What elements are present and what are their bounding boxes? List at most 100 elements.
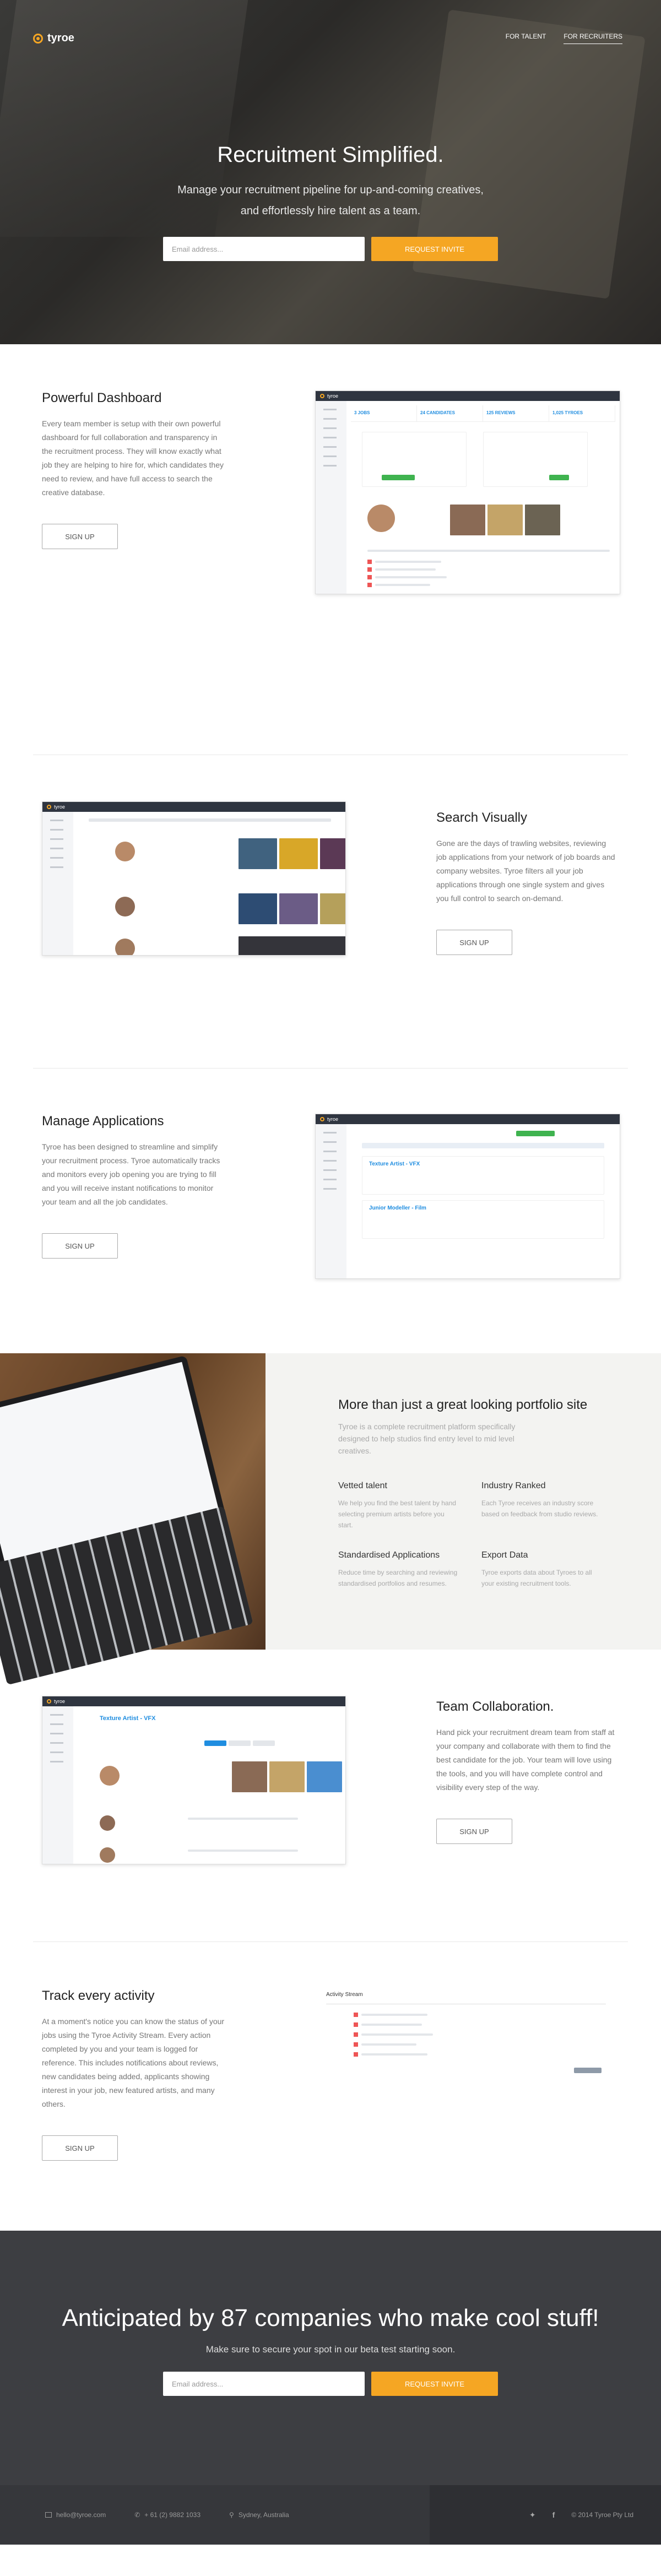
tab-shortlist[interactable] (229, 1740, 251, 1746)
manage-signup-button[interactable]: SIGN UP (42, 1233, 118, 1259)
footer: hello@tyroe.com ✆ + 61 (2) 9882 1033 ⚲ Syd… (0, 2485, 661, 2545)
app-main (78, 816, 345, 955)
dashboard-title: Powerful Dashboard (42, 391, 162, 405)
feature-title: Industry Ranked (481, 1481, 546, 1490)
activity-icon (367, 583, 372, 587)
stat-reviews: 125 REVIEWS (483, 405, 549, 421)
avatar (100, 1766, 120, 1786)
review-text (188, 1850, 298, 1852)
nav-for-talent[interactable]: FOR TALENT (506, 32, 546, 44)
nav-for-recruiters[interactable]: FOR RECRUITERS (564, 32, 622, 44)
app-sidebar (42, 812, 73, 955)
hero-title: Recruitment Simplified. (217, 143, 444, 167)
create-job-button[interactable] (516, 1131, 555, 1136)
activity-row (361, 2014, 427, 2016)
feature-item: Vetted talent We help you find the best t… (338, 1481, 459, 1531)
avatar (115, 939, 135, 955)
hero-request-invite-button[interactable]: REQUEST INVITE (371, 237, 498, 261)
footer-phone: ✆ + 61 (2) 9882 1033 (134, 2511, 201, 2519)
portfolio-thumb (450, 505, 485, 535)
activity-row (361, 2043, 416, 2046)
hero-content: Recruitment Simplified. Manage your recr… (0, 45, 661, 261)
copyright: © 2014 Tyroe Pty Ltd (571, 2511, 633, 2519)
team-signup-button[interactable]: SIGN UP (436, 1819, 512, 1844)
view-portfolio-thumb[interactable] (239, 936, 345, 955)
feature-item: Export Data Tyroe exports data about Tyro… (481, 1550, 603, 1589)
stat-candidates: 24 CANDIDATES (417, 405, 483, 421)
hero-section: tyroe FOR TALENT FOR RECRUITERS Recruitm… (0, 0, 661, 344)
search-body: Gone are the days of trawling websites, … (436, 839, 615, 903)
job-title: Texture Artist - VFX (369, 1161, 420, 1167)
cta-subtitle: Make sure to secure your spot in our bet… (205, 2344, 456, 2355)
job-title: Texture Artist - VFX (100, 1715, 156, 1722)
app-brand: tyroe (327, 1116, 339, 1122)
twitter-icon[interactable]: ✦ (529, 2510, 536, 2520)
view-more-button[interactable] (574, 2068, 602, 2073)
portfolio-lead: Tyroe is a complete recruitment platform… (338, 1422, 516, 1455)
app-brand: tyroe (54, 804, 66, 810)
team-body: Hand pick your recruitment dream team fr… (436, 1728, 615, 1792)
dashboard-text: Powerful Dashboard Every team member is … (42, 391, 229, 549)
app-logo-icon (320, 1117, 324, 1121)
facebook-icon[interactable]: f (552, 2510, 555, 2519)
activity-icon (367, 560, 372, 564)
logo[interactable]: tyroe (33, 32, 74, 45)
portfolio-thumb (487, 505, 523, 535)
nav-links: FOR TALENT FOR RECRUITERS (506, 32, 622, 44)
track-signup-button[interactable]: SIGN UP (42, 2135, 118, 2161)
activity-row (375, 561, 441, 563)
tab-interview[interactable] (253, 1740, 275, 1746)
brand-name: tyroe (47, 32, 74, 44)
portfolio-thumb (239, 838, 277, 869)
notice-bar (362, 1143, 604, 1148)
app-logo-icon (320, 394, 324, 398)
activity-row (361, 2024, 422, 2026)
search-signup-button[interactable]: SIGN UP (436, 930, 512, 955)
hero-signup-form: Email address... REQUEST INVITE (0, 237, 661, 261)
app-brand: tyroe (327, 393, 339, 399)
portfolio-thumb (232, 1761, 267, 1792)
footer-location-text: Sydney, Australia (238, 2511, 289, 2519)
hero-email-input[interactable]: Email address... (163, 237, 365, 261)
activity-stream-title: Activity Stream (326, 1992, 363, 1998)
search-button[interactable] (549, 475, 569, 480)
footer-email-text: hello@tyroe.com (56, 2511, 106, 2519)
job-card[interactable]: Texture Artist - VFX (362, 1156, 604, 1195)
feature-body: Each Tyroe receives an industry score ba… (481, 1499, 598, 1518)
top-nav: tyroe FOR TALENT FOR RECRUITERS (0, 0, 661, 45)
avatar (367, 505, 395, 532)
portfolio-thumb (320, 893, 345, 924)
portfolio-thumb (279, 838, 318, 869)
feature-title: Export Data (481, 1550, 528, 1560)
team-section: tyroe Texture Artist - VFX Team Collabor… (0, 1650, 661, 1942)
location-pin-icon: ⚲ (229, 2511, 234, 2519)
activity-icon (367, 567, 372, 572)
activity-header (367, 550, 610, 552)
cta-email-input[interactable]: Email address... (163, 2372, 365, 2396)
create-job-button[interactable] (382, 475, 415, 480)
search-text: Search Visually Gone are the days of tra… (436, 810, 618, 955)
dashboard-signup-button[interactable]: SIGN UP (42, 524, 118, 549)
score-thumb (307, 1761, 342, 1792)
activity-row (375, 568, 436, 571)
dashboard-section: Powerful Dashboard Every team member is … (0, 344, 661, 755)
stat-jobs: 3 JOBS (351, 405, 417, 421)
job-card[interactable]: Junior Modeller - Film (362, 1200, 604, 1239)
tab-candidates[interactable] (204, 1740, 226, 1746)
feature-item: Industry Ranked Each Tyroe receives an in… (481, 1481, 603, 1531)
app-logo-icon (47, 805, 51, 809)
app-main: Texture Artist - VFX Junior Modeller - F… (351, 1129, 615, 1274)
activity-icon (354, 2022, 358, 2027)
search-bar[interactable] (89, 818, 331, 822)
hero-line-2: and effortlessly hire talent as a team. (240, 205, 421, 217)
cta-request-invite-button[interactable]: REQUEST INVITE (371, 2372, 498, 2396)
manage-text: Manage Applications Tyroe has been desig… (42, 1114, 229, 1259)
phone-icon: ✆ (134, 2511, 140, 2519)
feature-body: Tyroe exports data about Tyroes to all y… (481, 1569, 592, 1587)
app-main: Texture Artist - VFX (78, 1711, 342, 1863)
activity-row (361, 2033, 433, 2036)
stat-tyroes: 1,025 TYROES (549, 405, 615, 421)
app-logo-icon (47, 1699, 51, 1704)
avatar (115, 842, 135, 861)
footer-email[interactable]: hello@tyroe.com (45, 2511, 106, 2519)
